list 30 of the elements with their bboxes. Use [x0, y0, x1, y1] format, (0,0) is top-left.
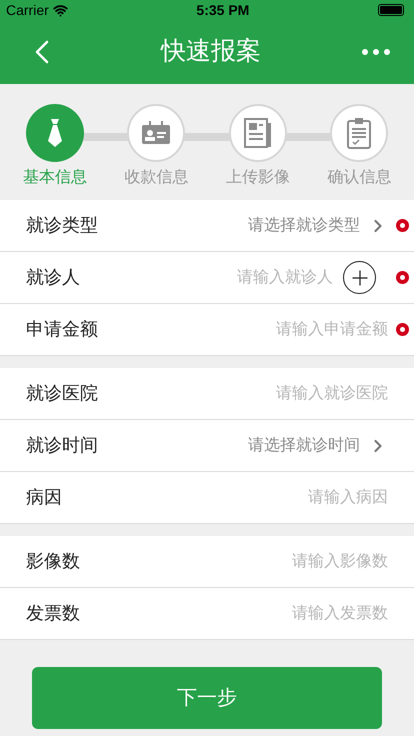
- carrier-text: Carrier: [6, 0, 49, 20]
- step-label: 收款信息: [124, 168, 188, 188]
- clock-text: 5:35 PM: [196, 0, 250, 20]
- input-field[interactable]: 请选择就诊类型: [180, 214, 360, 238]
- add-person-button[interactable]: [343, 261, 376, 294]
- wifi-icon: [52, 2, 68, 18]
- page-title: 快速报案: [161, 36, 261, 68]
- input-field[interactable]: 请选择就诊时间: [180, 434, 360, 458]
- step-label: 上传影像: [226, 168, 290, 188]
- input-field[interactable]: 请输入影像数: [208, 550, 388, 574]
- input-field[interactable]: 请输入病因: [208, 486, 388, 510]
- input-field[interactable]: 请输入申请金额: [208, 318, 388, 342]
- field-label: 病因: [26, 486, 62, 509]
- newspaper-icon: [244, 118, 272, 148]
- input-field[interactable]: 请输入发票数: [208, 602, 388, 626]
- field-label: 就诊类型: [26, 214, 98, 237]
- step-label: 确认信息: [327, 168, 392, 188]
- field-label: 就诊人: [26, 266, 80, 289]
- field-label: 申请金额: [26, 318, 98, 341]
- field-label: 发票数: [26, 602, 80, 625]
- input-field[interactable]: 请输入就诊医院: [208, 382, 388, 406]
- battery-icon: [378, 4, 404, 16]
- next-button[interactable]: 下一步: [32, 667, 382, 729]
- input-field[interactable]: 请输入就诊人: [153, 266, 333, 290]
- field-label: 影像数: [26, 550, 80, 573]
- id-card-icon: [141, 121, 172, 145]
- step-label: 基本信息: [22, 168, 87, 188]
- field-label: 就诊医院: [26, 382, 98, 405]
- clipboard-icon: [347, 117, 372, 149]
- field-label: 就诊时间: [26, 434, 98, 457]
